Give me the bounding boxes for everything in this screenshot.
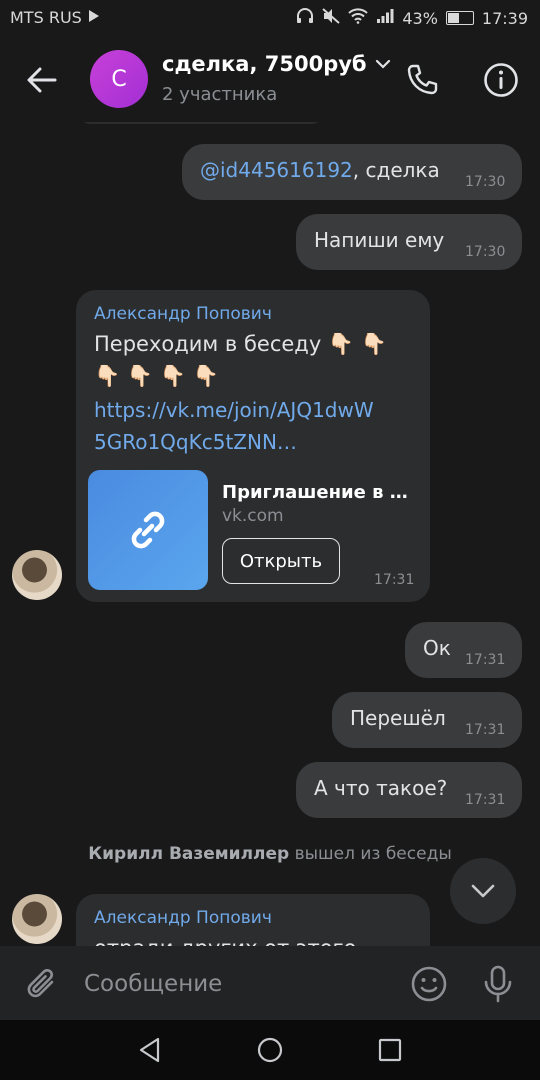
microphone-icon [484,965,512,1003]
nav-recents-button[interactable] [370,1032,410,1068]
square-recents-icon [378,1038,402,1062]
link-icon [131,511,165,549]
message-text: А что такое? [314,776,448,800]
system-message-action: вышел из беседы [294,844,452,864]
message-composer [0,946,540,1020]
mute-icon [322,8,340,28]
chevron-down-icon [471,884,495,898]
message-bubble-outgoing[interactable]: @id445616192, сделка 17:30 [182,144,522,200]
link-preview-domain: vk.com [222,506,284,526]
circle-home-icon [257,1037,283,1063]
message-time: 17:31 [465,792,506,808]
status-bar: MTS RUS 43% 17:39 [0,0,540,36]
chat-title-text: сделка, 7500руб [162,52,367,76]
message-bubble-cut [76,122,326,124]
open-link-button[interactable]: Открыть [222,538,340,584]
message-time: 17:31 [374,572,415,588]
phone-icon [407,64,438,95]
message-time: 17:31 [465,652,506,668]
triangle-back-icon [139,1037,160,1063]
nav-home-button[interactable] [250,1032,290,1068]
system-message-user[interactable]: Кирилл Ваземиллер [88,844,289,864]
chat-title[interactable]: сделка, 7500руб [162,52,391,76]
battery-percent: 43% [402,8,438,28]
sender-avatar[interactable] [12,894,62,944]
invite-link[interactable]: 5GRo1QqKc5tZNN… [94,430,297,454]
back-button[interactable] [20,58,64,102]
message-bubble-outgoing[interactable]: Ок 17:31 [405,622,522,678]
sender-name[interactable]: Александр Попович [94,304,272,324]
chat-header: С сделка, 7500руб 2 участника [0,36,540,122]
message-text: , сделка [352,158,440,182]
mention-link[interactable]: @id445616192 [200,158,353,182]
message-bubble-outgoing[interactable]: А что такое? 17:31 [296,762,522,818]
chevron-down-icon [375,59,390,69]
message-text-line: отради других от этого [94,936,356,946]
clock: 17:39 [481,8,528,28]
link-preview-thumbnail[interactable] [88,470,208,590]
link-preview-title[interactable]: Приглашение в … [222,482,408,503]
system-message: Кирилл Ваземиллер вышел из беседы [0,844,540,864]
chat-avatar-letter: С [111,66,127,92]
invite-link[interactable]: https://vk.me/join/AJQ1dwW [94,398,374,422]
signal-icon [376,8,394,28]
sender-name[interactable]: Александр Попович [94,908,272,928]
message-text-line: 👇🏻 👇🏻 👇🏻 👇🏻 [94,364,219,388]
emoji-button[interactable] [406,962,452,1006]
cast-icon [88,8,100,27]
system-nav-bar [0,1020,540,1080]
message-text: Ок [423,636,451,660]
voice-message-button[interactable] [476,962,520,1006]
attach-button[interactable] [20,962,64,1006]
message-time: 17:30 [465,174,506,190]
battery-icon [445,11,474,25]
message-time: 17:30 [465,244,506,260]
message-text: Перешёл [350,706,446,730]
paperclip-icon [27,968,54,998]
carrier-label: MTS RUS [10,8,82,27]
arrow-left-icon [27,67,57,93]
nav-back-button[interactable] [130,1032,170,1068]
message-text-line: Переходим в беседу 👇🏻 👇🏻 [94,332,387,356]
message-bubble-outgoing[interactable]: Напиши ему 17:30 [296,214,522,270]
message-bubble-incoming[interactable]: Александр Попович отради других от этого [76,894,430,946]
call-button[interactable] [398,58,446,102]
scroll-to-bottom-button[interactable] [450,858,516,924]
headset-icon [296,8,314,28]
chat-avatar[interactable]: С [90,50,148,108]
smile-icon [411,966,447,1002]
message-input[interactable] [84,964,384,1004]
message-bubble-incoming[interactable]: Александр Попович Переходим в беседу 👇🏻 … [76,290,430,602]
message-bubble-outgoing[interactable]: Перешёл 17:31 [332,692,522,748]
message-time: 17:31 [465,722,506,738]
message-text: Напиши ему [314,228,445,252]
wifi-icon [348,8,369,28]
sender-avatar[interactable] [12,550,62,600]
info-button[interactable] [478,58,524,102]
chat-screen: MTS RUS 43% 17:39 С сделка, 7500руб 2 уч… [0,0,540,1080]
info-icon [484,63,518,97]
message-list[interactable]: @id445616192, сделка 17:30 Напиши ему 17… [0,122,540,946]
chat-members-count: 2 участника [162,84,278,105]
